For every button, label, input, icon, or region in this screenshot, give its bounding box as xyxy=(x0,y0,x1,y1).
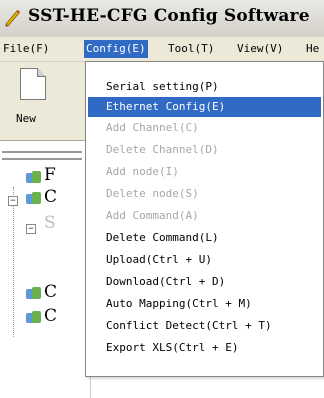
new-document-icon xyxy=(20,68,46,100)
new-button[interactable]: New xyxy=(8,66,60,134)
tree-node-label[interactable]: C xyxy=(44,306,57,326)
menu-tool[interactable]: Tool(T) xyxy=(166,40,216,58)
menu-config[interactable]: Config(E) xyxy=(84,40,148,58)
menu-help[interactable]: He xyxy=(304,40,321,58)
menu-item-conflict-detect[interactable]: Conflict Detect(Ctrl + T) xyxy=(88,316,321,336)
project-tree: F − C − S C C xyxy=(0,141,91,398)
menu-view[interactable]: View(V) xyxy=(235,40,285,58)
title-bar: SST-HE-CFG Config Software xyxy=(0,0,324,37)
node-icon xyxy=(26,287,42,301)
menu-file[interactable]: File(F) xyxy=(1,40,51,58)
tree-channel-label[interactable]: C xyxy=(44,187,57,207)
menu-item-add-channel[interactable]: Add Channel(C) xyxy=(88,118,321,138)
menu-item-add-command[interactable]: Add Command(A) xyxy=(88,206,321,226)
pane-grip xyxy=(2,151,82,160)
menu-item-delete-channel[interactable]: Delete Channel(D) xyxy=(88,140,321,160)
menu-item-export-xls[interactable]: Export XLS(Ctrl + E) xyxy=(88,338,321,358)
channel-node-icon xyxy=(26,192,42,206)
menu-item-delete-node[interactable]: Delete node(S) xyxy=(88,184,321,204)
expand-toggle-sub[interactable]: − xyxy=(26,224,36,234)
menu-item-auto-mapping[interactable]: Auto Mapping(Ctrl + M) xyxy=(88,294,321,314)
tree-node-label[interactable]: C xyxy=(44,282,57,302)
pencil-icon xyxy=(5,10,20,27)
menu-item-upload[interactable]: Upload(Ctrl + U) xyxy=(88,250,321,270)
new-button-label: New xyxy=(16,112,36,125)
menu-item-serial-setting[interactable]: Serial setting(P) xyxy=(88,77,321,97)
tree-root-label[interactable]: F xyxy=(44,165,56,185)
tree-line xyxy=(13,187,14,337)
window-title: SST-HE-CFG Config Software xyxy=(28,6,310,26)
tree-sub-label[interactable]: S xyxy=(44,213,56,233)
root-node-icon xyxy=(26,171,42,185)
config-dropdown-menu: Serial setting(P) Ethernet Config(E) Add… xyxy=(85,61,324,377)
node-icon xyxy=(26,311,42,325)
menu-item-download[interactable]: Download(Ctrl + D) xyxy=(88,272,321,292)
expand-toggle[interactable]: − xyxy=(8,196,18,206)
menu-bar: File(F) Config(E) Tool(T) View(V) He xyxy=(0,37,324,62)
menu-item-delete-command[interactable]: Delete Command(L) xyxy=(88,228,321,248)
menu-item-ethernet-config[interactable]: Ethernet Config(E) xyxy=(88,97,321,117)
menu-item-add-node[interactable]: Add node(I) xyxy=(88,162,321,182)
